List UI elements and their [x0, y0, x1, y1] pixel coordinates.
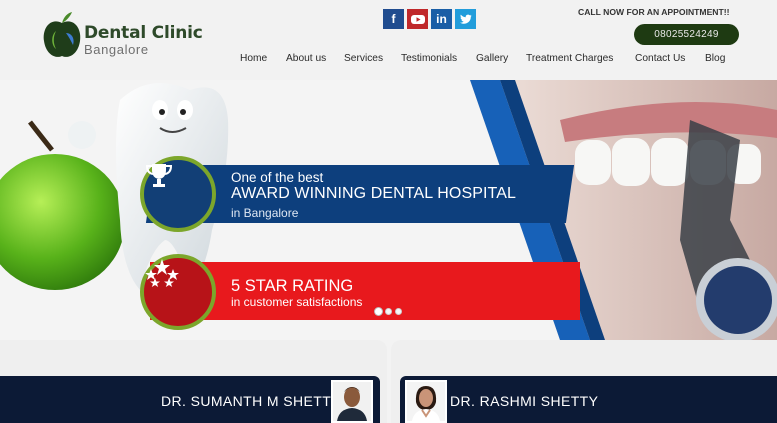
rating-badge: [140, 254, 216, 330]
nav-about-us[interactable]: About us: [286, 53, 326, 64]
twitter-icon[interactable]: [455, 9, 476, 29]
facebook-icon[interactable]: f: [383, 9, 404, 29]
apple-logo-icon: [43, 12, 81, 57]
phone-number-button[interactable]: 08025524249: [634, 24, 739, 45]
twitter-glyph: [459, 14, 471, 24]
youtube-icon[interactable]: [407, 9, 428, 29]
slider-dot-1[interactable]: [375, 308, 382, 315]
nav-treatment-charges[interactable]: Treatment Charges: [526, 53, 613, 64]
doctor-name-2: DR. RASHMI SHETTY: [450, 393, 599, 409]
linkedin-glyph: in: [436, 12, 447, 26]
award-badge: [140, 156, 216, 232]
logo-title: Dental Clinic: [84, 23, 203, 43]
site-header: Dental Clinic Bangalore f in CALL NOW FO…: [0, 0, 777, 80]
stars-icon: [145, 259, 179, 287]
facebook-glyph: f: [391, 12, 396, 26]
rating-line-1: 5 STAR RATING: [231, 277, 354, 295]
doctor-name-1: DR. SUMANTH M SHETTY: [161, 393, 341, 409]
award-line-1: One of the best: [231, 170, 324, 185]
rating-line-2: in customer satisfactions: [231, 295, 363, 309]
doctor-portrait-2: [407, 382, 445, 421]
linkedin-icon[interactable]: in: [431, 9, 452, 29]
main-nav: Home About us Services Testimonials Gall…: [0, 53, 777, 67]
slider-dots: [375, 308, 402, 315]
doctor-photo-1: [331, 380, 373, 423]
nav-contact-us[interactable]: Contact Us: [635, 53, 685, 64]
nav-testimonials[interactable]: Testimonials: [401, 53, 457, 64]
nav-home[interactable]: Home: [240, 53, 267, 64]
award-line-3: in Bangalore: [231, 206, 299, 220]
nav-blog[interactable]: Blog: [705, 53, 725, 64]
slider-dot-2[interactable]: [385, 308, 392, 315]
doctor-photo-2: [405, 380, 447, 423]
nav-gallery[interactable]: Gallery: [476, 53, 508, 64]
slider-dot-3[interactable]: [395, 308, 402, 315]
appointment-callout: CALL NOW FOR AN APPOINTMENT!!: [578, 7, 730, 17]
nav-services[interactable]: Services: [344, 53, 383, 64]
trophy-icon: [145, 164, 173, 187]
doctor-portrait-1: [333, 382, 371, 421]
youtube-glyph: [410, 15, 425, 24]
hero-slider[interactable]: One of the best AWARD WINNING DENTAL HOS…: [0, 80, 777, 340]
award-line-2: AWARD WINNING DENTAL HOSPITAL: [231, 185, 516, 202]
